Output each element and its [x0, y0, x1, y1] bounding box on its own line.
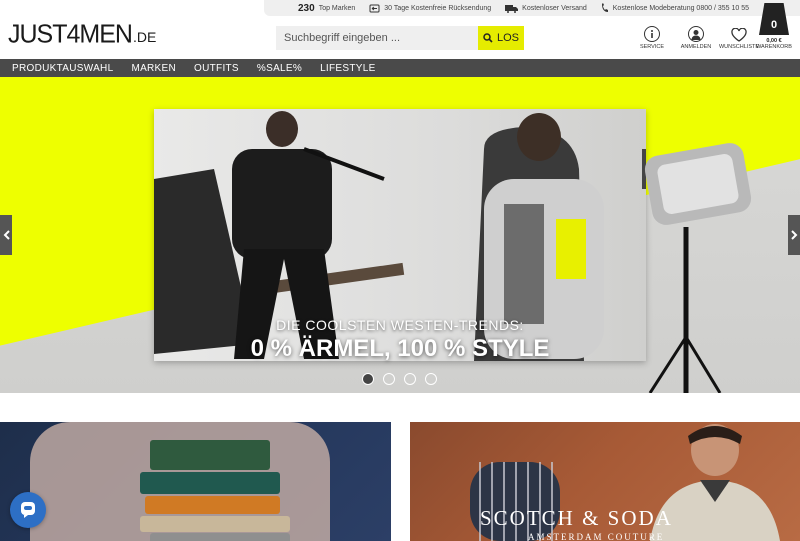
trousers-image-grey	[150, 533, 290, 541]
service-label: SERVICE	[639, 44, 665, 50]
hotline-text: Kostenlose Modeberatung 0800 / 355 10 55	[612, 4, 749, 12]
site-logo[interactable]: JUST4MEN .DE	[8, 19, 157, 49]
teaser-tile-trousers[interactable]	[0, 422, 391, 541]
teaser-tile-scotch-soda[interactable]: SCOTCH & SODA AMSTERDAM COUTURE	[410, 422, 800, 541]
main-nav: PRODUKTAUSWAHL MARKEN OUTFITS %SALE% LIF…	[0, 59, 800, 77]
chat-icon	[21, 502, 35, 518]
slider-dot-3[interactable]	[404, 373, 416, 385]
chevron-right-icon	[790, 230, 797, 240]
phone-icon	[601, 3, 608, 12]
logo-tld: .DE	[132, 29, 157, 45]
bag-icon: 0	[759, 3, 789, 35]
service-link[interactable]: SERVICE	[630, 26, 674, 50]
search-bar: LOS	[276, 26, 524, 50]
returns-text: 30 Tage Kostenfreie Rücksendung	[384, 4, 492, 12]
nav-item-produktauswahl[interactable]: PRODUKTAUSWAHL	[12, 63, 113, 74]
login-link[interactable]: ANMELDEN	[674, 26, 718, 50]
search-button-label: LOS	[496, 32, 519, 44]
slider-dots	[362, 373, 446, 385]
nav-item-sale[interactable]: %SALE%	[257, 63, 302, 74]
trousers-image-teal	[140, 472, 280, 494]
chat-button[interactable]	[10, 492, 46, 528]
brand-count: 230	[298, 2, 315, 14]
hero-caption-small: DIE COOLSTEN WESTEN-TRENDS:	[276, 317, 524, 333]
scotch-soda-logo: SCOTCH & SODA	[480, 506, 673, 530]
trousers-image-orange	[145, 496, 280, 514]
info-icon	[644, 26, 660, 42]
top-info-bar: 230 Top Marken 30 Tage Kostenfreie Rücks…	[264, 0, 800, 16]
slider-dot-4[interactable]	[425, 373, 437, 385]
hotline-info[interactable]: Kostenlose Modeberatung 0800 / 355 10 55	[601, 3, 749, 13]
search-button[interactable]: LOS	[478, 26, 524, 50]
trousers-image-beige	[140, 516, 290, 532]
shipping-info[interactable]: Kostenloser Versand	[505, 4, 587, 13]
scotch-soda-tagline: AMSTERDAM COUTURE	[528, 532, 665, 541]
truck-icon	[505, 4, 519, 13]
slider-dot-2[interactable]	[383, 373, 395, 385]
hero-caption-large: 0 % ÄRMEL, 100 % STYLE	[250, 335, 550, 362]
wishlist-link[interactable]: WUNSCHLISTE	[718, 26, 760, 50]
chevron-left-icon	[3, 230, 10, 240]
cart-label: WARENKORB	[756, 44, 792, 50]
wishlist-label: WUNSCHLISTE	[718, 44, 760, 50]
nav-item-lifestyle[interactable]: LIFESTYLE	[320, 63, 376, 74]
heart-icon	[731, 26, 747, 44]
slider-prev-button[interactable]	[0, 215, 12, 255]
top-brands-info[interactable]: 230 Top Marken	[298, 3, 355, 14]
nav-item-marken[interactable]: MARKEN	[131, 63, 176, 74]
hero-slider[interactable]: DIE COOLSTEN WESTEN-TRENDS: 0 % ÄRMEL, 1…	[0, 77, 800, 393]
trousers-image-green	[150, 440, 270, 470]
returns-icon	[369, 4, 380, 12]
slider-next-button[interactable]	[788, 215, 800, 255]
search-icon	[483, 33, 493, 43]
cart-count: 0	[770, 19, 778, 31]
search-input[interactable]	[276, 26, 478, 50]
slider-dot-1[interactable]	[362, 373, 374, 385]
shipping-text: Kostenloser Versand	[522, 4, 587, 12]
header-icons: SERVICE ANMELDEN WUNSCHLISTE	[630, 26, 760, 50]
login-label: ANMELDEN	[680, 44, 712, 50]
nav-item-outfits[interactable]: OUTFITS	[194, 63, 239, 74]
user-icon	[688, 26, 704, 42]
returns-info[interactable]: 30 Tage Kostenfreie Rücksendung	[369, 4, 491, 13]
logo-main: JUST4MEN	[8, 19, 133, 49]
cart-button[interactable]: 0 0,00 € WARENKORB	[756, 3, 792, 50]
brand-label: Top Marken	[318, 4, 356, 12]
